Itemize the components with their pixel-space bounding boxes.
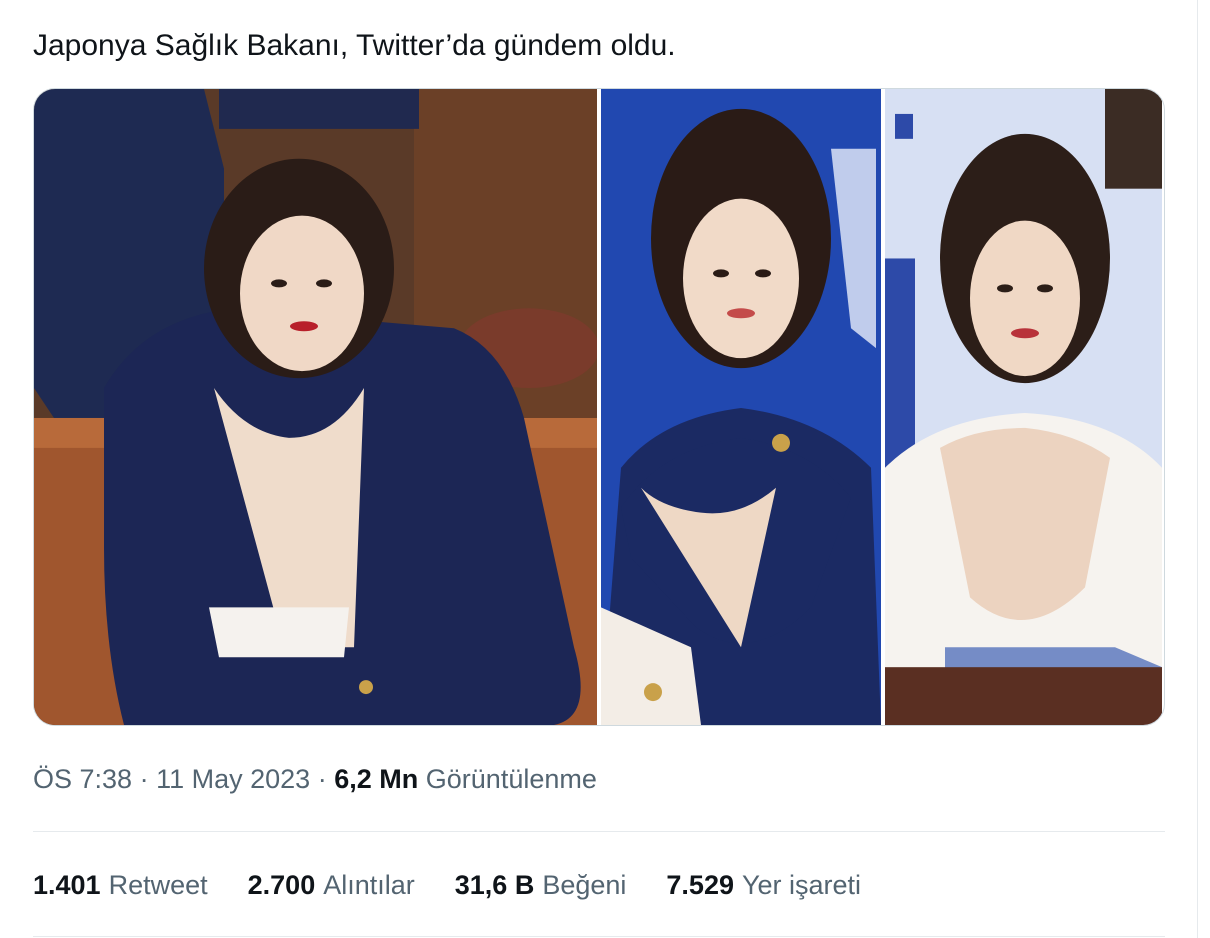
stat-count: 31,6 B: [454, 870, 535, 900]
stat-label: Alıntılar: [323, 870, 415, 900]
engagement-stats: 1.401 Retweet 2.700 Alıntılar 31,6 B Beğ…: [33, 867, 861, 903]
tweet-date[interactable]: 11 May 2023: [156, 764, 310, 794]
right-column-border: [1197, 0, 1198, 938]
stat-retweets[interactable]: 1.401 Retweet: [33, 867, 208, 903]
photo-1[interactable]: [34, 89, 597, 725]
stat-count: 2.700: [247, 870, 316, 900]
photo-stage-icon: [885, 89, 1162, 725]
stat-label: Retweet: [108, 870, 208, 900]
views-count: 6,2 Mn: [334, 764, 419, 794]
stat-count: 7.529: [666, 870, 734, 900]
divider: [33, 936, 1165, 937]
tweet-metadata: ÖS 7:38 · 11 May 2023 · 6,2 Mn Görüntüle…: [33, 761, 597, 797]
divider: [33, 831, 1165, 832]
stat-label: Beğeni: [542, 870, 627, 900]
stat-likes[interactable]: 31,6 B Beğeni: [455, 867, 627, 903]
tweet-time[interactable]: ÖS 7:38: [33, 764, 132, 794]
stat-count: 1.401: [33, 870, 101, 900]
stat-quotes[interactable]: 2.700 Alıntılar: [248, 867, 415, 903]
meta-separator: ·: [139, 764, 149, 794]
photo-3[interactable]: [885, 89, 1162, 725]
photo-2[interactable]: [601, 89, 881, 725]
photo-parliament-icon: [34, 89, 597, 725]
views-label: Görüntülenme: [425, 764, 597, 794]
meta-separator: ·: [317, 764, 327, 794]
stat-label: Yer işareti: [741, 870, 862, 900]
media-grid: [33, 88, 1165, 726]
tweet-text: Japonya Sağlık Bakanı, Twitter’da gündem…: [33, 29, 676, 62]
photo-podium-icon: [601, 89, 881, 725]
stat-bookmarks[interactable]: 7.529 Yer işareti: [666, 867, 861, 903]
